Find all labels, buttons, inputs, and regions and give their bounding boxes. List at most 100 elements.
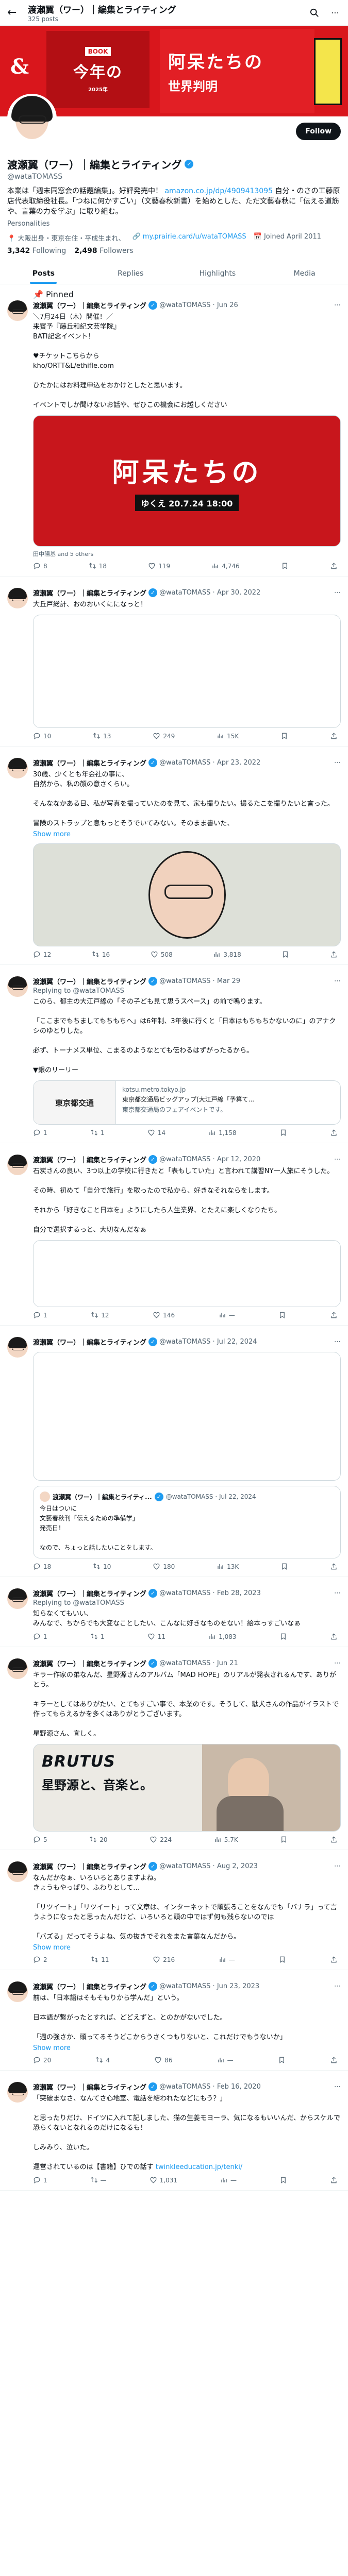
views-button[interactable]: — bbox=[217, 2056, 234, 2064]
bookmark-button[interactable] bbox=[281, 562, 289, 570]
share-button[interactable] bbox=[330, 2176, 338, 2184]
tagged-users[interactable]: 田中陽基 and 5 others bbox=[33, 550, 341, 558]
tab-highlights[interactable]: Highlights bbox=[174, 262, 261, 284]
link-card[interactable]: 東京都交通 kotsu.metro.tokyo.jp 東京都交通局ビッグアップ(… bbox=[33, 1080, 341, 1125]
author-handle[interactable]: @wataTOMASS · Aug 2, 2023 bbox=[159, 1862, 258, 1870]
like-button[interactable]: 14 bbox=[147, 1129, 165, 1137]
tweet[interactable]: 📌 Pinned 渡瀬翼（ワー）｜編集とライティング ✓ @wataTOMASS… bbox=[0, 284, 348, 577]
tab-posts[interactable]: Posts bbox=[0, 262, 87, 284]
bookmark-button[interactable] bbox=[279, 1129, 287, 1137]
quoted-tweet[interactable]: 渡瀬翼（ワー）｜編集とライティ... ✓ @wataTOMASS · Jul 2… bbox=[33, 1486, 341, 1558]
avatar[interactable] bbox=[7, 758, 28, 778]
retweet-button[interactable]: 16 bbox=[92, 951, 110, 958]
reply-button[interactable]: 10 bbox=[33, 732, 51, 740]
share-button[interactable] bbox=[330, 1563, 338, 1570]
follow-button[interactable]: Follow bbox=[296, 123, 341, 140]
avatar[interactable] bbox=[7, 976, 28, 997]
views-button[interactable]: 1,158 bbox=[208, 1129, 237, 1137]
retweet-button[interactable]: 18 bbox=[89, 562, 107, 570]
like-button[interactable]: 1,031 bbox=[150, 2176, 177, 2184]
avatar[interactable] bbox=[7, 1981, 28, 2002]
views-button[interactable]: 15K bbox=[217, 732, 239, 740]
author-name[interactable]: 渡瀬翼（ワー）｜編集とライティング bbox=[33, 1337, 146, 1347]
more-options-icon[interactable]: ⋯ bbox=[334, 1338, 341, 1346]
tweet[interactable]: 渡瀬翼（ワー）｜編集とライティング ✓ @wataTOMASS · Apr 30… bbox=[0, 577, 348, 747]
avatar[interactable] bbox=[7, 1658, 28, 1679]
retweet-button[interactable]: 20 bbox=[89, 1836, 108, 1843]
show-more-link[interactable]: Show more bbox=[33, 1944, 341, 1952]
tweet[interactable]: 渡瀬翼（ワー）｜編集とライティング ✓ @wataTOMASS · Apr 23… bbox=[0, 747, 348, 965]
share-button[interactable] bbox=[330, 1956, 338, 1963]
views-button[interactable]: 5.7K bbox=[214, 1836, 238, 1843]
author-name[interactable]: 渡瀬翼（ワー）｜編集とライティング bbox=[33, 2082, 146, 2092]
like-button[interactable]: 508 bbox=[151, 951, 173, 958]
views-button[interactable]: 4,746 bbox=[211, 562, 240, 570]
author-name[interactable]: 渡瀬翼（ワー）｜編集とライティング bbox=[33, 976, 146, 986]
author-name[interactable]: 渡瀬翼（ワー）｜編集とライティング bbox=[33, 1155, 146, 1164]
reply-button[interactable]: 2 bbox=[33, 1956, 47, 1963]
views-button[interactable]: 13K bbox=[217, 1563, 239, 1570]
reply-button[interactable]: 5 bbox=[33, 1836, 47, 1843]
tweet-image[interactable]: BRUTUS 星野源と、音楽と。 bbox=[33, 1744, 341, 1832]
more-options-icon[interactable]: ⋯ bbox=[334, 759, 341, 767]
share-button[interactable] bbox=[330, 1311, 338, 1319]
share-button[interactable] bbox=[330, 951, 338, 958]
reply-button[interactable]: 12 bbox=[33, 951, 51, 958]
tweet[interactable]: 渡瀬翼（ワー）｜編集とライティング ✓ @wataTOMASS · Jul 22… bbox=[0, 1326, 348, 1577]
author-handle[interactable]: @wataTOMASS · Feb 28, 2023 bbox=[159, 1589, 261, 1597]
more-options-icon[interactable]: ⋯ bbox=[334, 1156, 341, 1163]
avatar[interactable] bbox=[7, 1155, 28, 1175]
reply-button[interactable]: 20 bbox=[33, 2056, 51, 2064]
views-button[interactable]: 1,083 bbox=[208, 1633, 237, 1640]
author-handle[interactable]: @wataTOMASS · Jun 21 bbox=[159, 1659, 238, 1667]
author-name[interactable]: 渡瀬翼（ワー）｜編集とライティング bbox=[33, 758, 146, 768]
author-handle[interactable]: @wataTOMASS · Apr 23, 2022 bbox=[159, 759, 260, 767]
website-link[interactable]: my.prairie.card/u/wataTOMASS bbox=[143, 233, 246, 241]
avatar[interactable] bbox=[7, 2082, 28, 2103]
retweet-button[interactable]: — bbox=[90, 2176, 107, 2184]
author-name[interactable]: 渡瀬翼（ワー）｜編集とライティング bbox=[33, 300, 146, 310]
tweet-link[interactable]: twinkleeducation.jp/tenki/ bbox=[156, 2163, 242, 2171]
retweet-button[interactable]: 11 bbox=[91, 1956, 109, 1963]
followers-stat[interactable]: 2,498 Followers bbox=[74, 247, 133, 255]
more-options-icon[interactable]: ⋯ bbox=[329, 7, 341, 19]
bookmark-button[interactable] bbox=[280, 732, 288, 740]
more-options-icon[interactable]: ⋯ bbox=[334, 301, 341, 309]
bookmark-button[interactable] bbox=[278, 1311, 286, 1319]
share-button[interactable] bbox=[330, 1633, 338, 1640]
avatar[interactable] bbox=[7, 1861, 28, 1882]
tweet[interactable]: 渡瀬翼（ワー）｜編集とライティング ✓ @wataTOMASS · Feb 28… bbox=[0, 1577, 348, 1647]
bookmark-button[interactable] bbox=[280, 1836, 288, 1843]
retweet-button[interactable]: 1 bbox=[90, 1129, 104, 1137]
share-button[interactable] bbox=[330, 562, 338, 570]
tweet-image[interactable] bbox=[33, 1240, 341, 1307]
share-button[interactable] bbox=[330, 1836, 338, 1843]
tweet-photo[interactable] bbox=[33, 843, 341, 946]
tab-media[interactable]: Media bbox=[261, 262, 348, 284]
like-button[interactable]: 119 bbox=[148, 562, 170, 570]
reply-button[interactable]: 1 bbox=[33, 2176, 47, 2184]
avatar[interactable] bbox=[7, 1337, 28, 1358]
show-more-link[interactable]: Show more bbox=[33, 831, 341, 838]
more-options-icon[interactable]: ⋯ bbox=[334, 977, 341, 985]
reply-button[interactable]: 1 bbox=[33, 1311, 47, 1319]
share-button[interactable] bbox=[330, 732, 338, 740]
author-handle[interactable]: @wataTOMASS · Jul 22, 2024 bbox=[159, 1338, 257, 1346]
like-button[interactable]: 180 bbox=[153, 1563, 175, 1570]
bookmark-button[interactable] bbox=[278, 1956, 286, 1963]
tweet[interactable]: 渡瀬翼（ワー）｜編集とライティング ✓ @wataTOMASS · Mar 29… bbox=[0, 965, 348, 1143]
tweet-image[interactable] bbox=[33, 1352, 341, 1481]
retweet-button[interactable]: 12 bbox=[91, 1311, 109, 1319]
author-handle[interactable]: @wataTOMASS · Feb 16, 2020 bbox=[159, 2083, 261, 2091]
share-button[interactable] bbox=[330, 2056, 338, 2064]
website[interactable]: 🔗 my.prairie.card/u/wataTOMASS bbox=[132, 233, 246, 243]
tweet[interactable]: 渡瀬翼（ワー）｜編集とライティング ✓ @wataTOMASS · Apr 12… bbox=[0, 1143, 348, 1326]
more-options-icon[interactable]: ⋯ bbox=[334, 1659, 341, 1667]
retweet-button[interactable]: 1 bbox=[90, 1633, 104, 1640]
author-handle[interactable]: @wataTOMASS · Jun 23, 2023 bbox=[159, 1982, 259, 1990]
tweet[interactable]: 渡瀬翼（ワー）｜編集とライティング ✓ @wataTOMASS · Jun 21… bbox=[0, 1647, 348, 1850]
tweet-image[interactable] bbox=[33, 615, 341, 728]
views-button[interactable]: — bbox=[219, 1956, 235, 1963]
author-handle[interactable]: @wataTOMASS · Apr 12, 2020 bbox=[159, 1156, 260, 1163]
views-button[interactable]: 3,818 bbox=[213, 951, 241, 958]
